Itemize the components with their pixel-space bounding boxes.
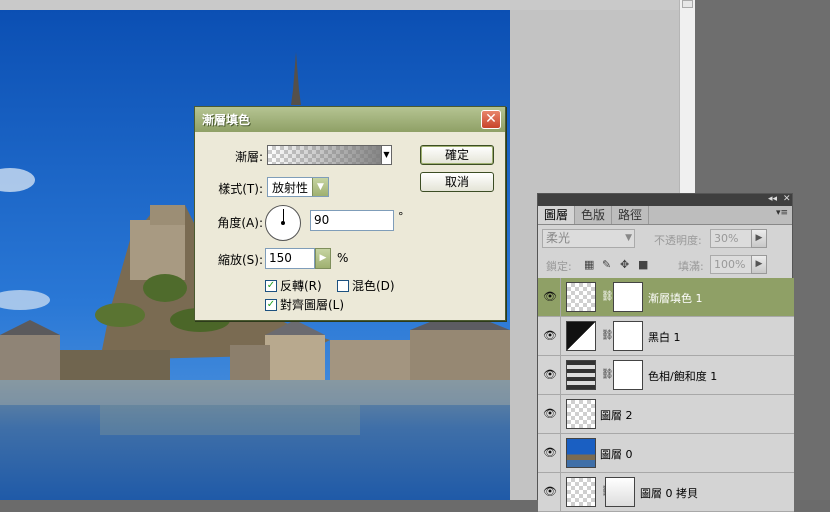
reverse-label: 反轉(R) [280, 279, 322, 293]
dither-check-box [337, 279, 349, 292]
link-icon: ⛓ [601, 330, 614, 341]
layers-panel: ◂◂ ✕ 圖層 色版 路徑 ▾≡ 柔光 ▼ 不透明度: 30% ▶ 鎖定: ▦ … [537, 193, 794, 512]
layer-row[interactable]: 👁 圖層 0 [538, 434, 794, 473]
scale-field[interactable]: 150 ▶ [265, 248, 331, 269]
layer-row[interactable]: 👁 ⛓ 漸層填色 1 [538, 278, 794, 317]
gradient-swatch[interactable] [267, 145, 382, 165]
angle-dial[interactable] [265, 205, 301, 241]
chevron-down-icon[interactable]: ▼ [312, 178, 328, 196]
align-with-layer-checkbox[interactable]: ✓ 對齊圖層(L) [265, 296, 344, 313]
style-label: 樣式(T): [218, 182, 263, 196]
layer-name: 圖層 0 拷貝 [640, 487, 698, 500]
vertical-scrollbar[interactable] [679, 0, 695, 195]
layer-name: 漸層填色 1 [648, 292, 703, 305]
link-icon: ⛓ [601, 291, 614, 302]
layer-mask-thumbnail [613, 360, 643, 390]
chevron-down-icon: ▼ [625, 233, 632, 243]
gradient-fill-dialog: 漸層填色 ✕ 漸層: ▼ 樣式(T): 放射性 ▼ 角度(A): 90 ° 縮放… [194, 106, 506, 321]
opacity-label: 不透明度: [654, 234, 702, 247]
lock-all-icon[interactable]: ■ [638, 258, 648, 271]
blend-row: 柔光 ▼ 不透明度: 30% ▶ [538, 226, 794, 250]
photo-layer-thumbnail [566, 438, 596, 468]
fill-label: 填滿: [678, 260, 704, 273]
cancel-button[interactable]: 取消 [420, 172, 494, 192]
reverse-check-icon: ✓ [265, 279, 277, 292]
angle-dial-center [281, 221, 285, 225]
lock-transparent-icon[interactable]: ▦ [584, 258, 594, 271]
panel-header-bar: ◂◂ ✕ [538, 194, 792, 206]
layer-name: 色相/飽和度 1 [648, 370, 718, 383]
eye-icon[interactable]: 👁 [542, 485, 558, 499]
layer-thumbnail [566, 399, 596, 429]
collapse-icon[interactable]: ◂◂ [768, 194, 777, 205]
dialog-title: 漸層填色 [195, 107, 505, 132]
lock-move-icon[interactable]: ✥ [620, 258, 629, 271]
scrollbar-arrow[interactable] [682, 0, 693, 8]
angle-unit: ° [398, 210, 404, 223]
opacity-arrow-icon[interactable]: ▶ [751, 229, 767, 248]
close-icon[interactable]: ✕ [783, 194, 791, 205]
layer-row[interactable]: 👁 ⛓ 色相/飽和度 1 [538, 356, 794, 395]
angle-label: 角度(A): [217, 216, 263, 230]
layer-mask-thumbnail [613, 321, 643, 351]
visibility-cell[interactable]: 👁 [538, 395, 561, 434]
scale-slider-arrow-icon[interactable]: ▶ [315, 248, 331, 269]
tab-channels[interactable]: 色版 [575, 206, 613, 224]
scale-label: 縮放(S): [217, 253, 263, 267]
blend-mode-select[interactable]: 柔光 ▼ [542, 229, 635, 248]
layer-thumbnail [566, 477, 596, 507]
style-select[interactable]: 放射性 ▼ [267, 177, 329, 197]
photoshop-workspace: 漸層填色 ✕ 漸層: ▼ 樣式(T): 放射性 ▼ 角度(A): 90 ° 縮放… [0, 0, 830, 512]
eye-icon[interactable]: 👁 [542, 368, 558, 382]
scale-input[interactable]: 150 [265, 248, 315, 269]
black-white-adjustment-thumbnail [566, 321, 596, 351]
style-value: 放射性 [272, 180, 309, 195]
eye-icon[interactable]: 👁 [542, 329, 558, 343]
lock-label: 鎖定: [546, 260, 572, 273]
dither-checkbox[interactable]: 混色(D) [337, 277, 395, 294]
fill-input[interactable]: 100% [710, 255, 752, 274]
panel-menu-icon[interactable]: ▾≡ [776, 208, 788, 218]
fill-arrow-icon[interactable]: ▶ [751, 255, 767, 274]
lock-brush-icon[interactable]: ✎ [602, 258, 611, 271]
layer-name: 黑白 1 [648, 331, 681, 344]
link-icon: ⛓ [601, 369, 614, 380]
hue-saturation-adjustment-thumbnail [566, 360, 596, 390]
layer-row[interactable]: 👁 ⛓ 圖層 0 拷貝 [538, 473, 794, 512]
gradient-label: 漸層: [234, 150, 263, 164]
gradient-fill-thumbnail [566, 282, 596, 312]
layer-list: 👁 ⛓ 漸層填色 1 👁 ⛓ 黑白 1 👁 ⛓ 色相/飽和度 1 👁 圖層 2 … [538, 278, 794, 512]
layer-mask-thumbnail [605, 477, 635, 507]
align-label: 對齊圖層(L) [280, 298, 345, 312]
visibility-cell[interactable]: 👁 [538, 317, 561, 356]
eye-icon[interactable]: 👁 [542, 407, 558, 421]
gradient-dropdown-icon[interactable]: ▼ [382, 145, 392, 165]
tab-layers[interactable]: 圖層 [538, 206, 576, 224]
lock-row: 鎖定: ▦ ✎ ✥ ■ 填滿: 100% ▶ [538, 253, 794, 277]
align-check-icon: ✓ [265, 298, 277, 311]
layer-row[interactable]: 👁 圖層 2 [538, 395, 794, 434]
layer-row[interactable]: 👁 ⛓ 黑白 1 [538, 317, 794, 356]
canvas-top-strip [0, 0, 695, 10]
close-button[interactable]: ✕ [481, 110, 501, 129]
visibility-cell[interactable]: 👁 [538, 434, 561, 473]
visibility-cell[interactable]: 👁 [538, 356, 561, 395]
dither-label: 混色(D) [352, 279, 395, 293]
eye-icon[interactable]: 👁 [542, 446, 558, 460]
scale-unit: % [337, 251, 349, 265]
angle-input[interactable]: 90 [310, 210, 394, 231]
visibility-cell[interactable]: 👁 [538, 278, 561, 317]
eye-icon[interactable]: 👁 [542, 290, 558, 304]
tab-paths[interactable]: 路徑 [612, 206, 650, 224]
panel-tabs: 圖層 色版 路徑 ▾≡ [538, 206, 792, 225]
layer-name: 圖層 0 [600, 448, 633, 461]
opacity-input[interactable]: 30% [710, 229, 752, 248]
blend-mode-value: 柔光 [546, 231, 571, 245]
ok-button[interactable]: 確定 [420, 145, 494, 165]
layer-name: 圖層 2 [600, 409, 633, 422]
layer-mask-thumbnail [613, 282, 643, 312]
visibility-cell[interactable]: 👁 [538, 473, 561, 512]
reverse-checkbox[interactable]: ✓ 反轉(R) [265, 277, 322, 294]
